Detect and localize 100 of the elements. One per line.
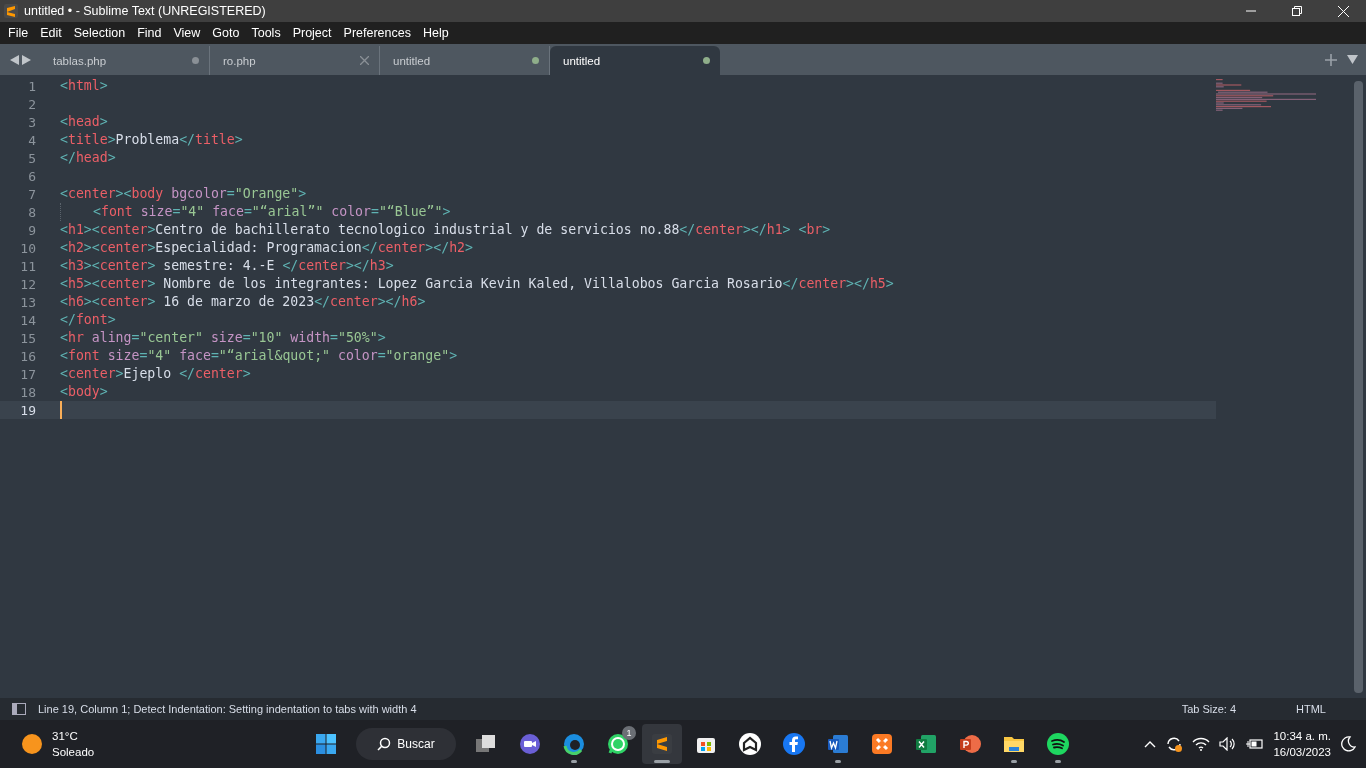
line-number: 18 xyxy=(19,384,36,400)
attribute-value: "Orange" xyxy=(234,185,299,203)
menu-item[interactable]: Selection xyxy=(67,26,132,40)
syntax-indicator[interactable]: HTML xyxy=(1296,703,1326,715)
tag-punctuation: < xyxy=(60,275,68,293)
tag-punctuation: > xyxy=(147,239,156,257)
tag-punctuation: = xyxy=(139,347,148,365)
battery-icon[interactable] xyxy=(1246,737,1265,751)
tag-punctuation: ></ xyxy=(742,221,767,239)
tab-size-indicator[interactable]: Tab Size: 4 xyxy=(1181,703,1237,715)
menu-item[interactable]: Preferences xyxy=(337,26,417,40)
notification-badge: 1 xyxy=(622,726,636,740)
taskbar-search[interactable]: Buscar xyxy=(356,728,456,760)
dropdown-arrow-icon[interactable] xyxy=(1347,55,1358,64)
tag-punctuation: >< xyxy=(83,221,100,239)
tag-punctuation: < xyxy=(60,257,68,275)
tag-punctuation: > xyxy=(107,149,116,167)
tag-name: html xyxy=(67,77,100,95)
line-number: 13 xyxy=(19,294,36,310)
tag-punctuation: > xyxy=(99,77,108,95)
windows-start-icon[interactable] xyxy=(314,732,338,756)
tag-punctuation: >< xyxy=(83,293,100,311)
chevron-up-icon[interactable] xyxy=(1144,740,1157,748)
chat-bubble-icon[interactable] xyxy=(606,732,630,756)
attribute-value: "center" xyxy=(139,329,203,347)
tab-label: untitled xyxy=(393,54,432,67)
tag-name: center xyxy=(99,239,148,257)
presentation-icon[interactable] xyxy=(958,732,982,756)
temperature: 31°C xyxy=(52,729,79,744)
menu-item[interactable]: View xyxy=(167,26,207,40)
tag-punctuation: < xyxy=(60,329,68,347)
tag-punctuation: > xyxy=(147,275,156,293)
tag-punctuation: = xyxy=(226,185,235,203)
tag-punctuation: > xyxy=(449,347,458,365)
tag-punctuation: > < xyxy=(782,221,807,239)
line-number: 4 xyxy=(27,132,36,148)
sublime-text-icon[interactable] xyxy=(650,732,674,756)
tag-punctuation: </ xyxy=(679,221,696,239)
music-app-icon[interactable] xyxy=(1046,732,1070,756)
window-title: untitled • - Sublime Text (UNREGISTERED) xyxy=(24,4,267,18)
menu-item[interactable]: Tools xyxy=(245,26,287,40)
facebook-icon[interactable] xyxy=(782,732,806,756)
spreadsheet-icon[interactable] xyxy=(914,732,938,756)
attribute-value: "“arial&quot;" xyxy=(218,347,330,365)
tag-punctuation: >< xyxy=(115,185,132,203)
attribute-name: face xyxy=(178,347,211,365)
tag-punctuation: = xyxy=(330,329,338,347)
tag-punctuation: </ xyxy=(60,149,76,167)
tag-punctuation: > xyxy=(465,239,473,257)
line-number: 5 xyxy=(27,150,36,166)
tag-punctuation: > xyxy=(115,365,124,383)
menu-item[interactable]: Find xyxy=(131,26,168,40)
add-tab-icon[interactable] xyxy=(1325,53,1337,66)
menu-item[interactable]: Project xyxy=(286,26,338,40)
tag-name: center xyxy=(99,275,148,293)
tag-name: h1 xyxy=(67,221,84,239)
sync-icon[interactable] xyxy=(1165,735,1184,753)
next-arrow-icon[interactable] xyxy=(21,54,31,65)
tag-punctuation: > xyxy=(385,257,394,275)
tab-label: tablas.php xyxy=(53,54,108,67)
wifi-icon[interactable] xyxy=(1192,737,1211,751)
clock-time: 10:34 a. m. xyxy=(1273,729,1331,744)
sidebar-toggle-icon[interactable] xyxy=(12,703,26,715)
menu-item[interactable]: File xyxy=(2,26,35,40)
moon-icon[interactable] xyxy=(1340,736,1356,752)
tag-punctuation: = xyxy=(131,329,140,347)
sublime-text-icon xyxy=(4,4,18,18)
tag-name: center xyxy=(99,257,148,275)
line-number: 15 xyxy=(19,330,36,346)
menu-item[interactable]: Goto xyxy=(206,26,246,40)
tag-punctuation: > xyxy=(99,113,108,131)
tag-punctuation: < xyxy=(60,221,68,239)
tag-punctuation: < xyxy=(60,383,68,401)
menu-item[interactable]: Help xyxy=(416,26,455,40)
line-number: 14 xyxy=(19,312,36,328)
attribute-name: size xyxy=(209,329,243,347)
tag-name: h5 xyxy=(67,275,84,293)
tag-name: h2 xyxy=(449,239,465,257)
tag-punctuation: > xyxy=(822,221,831,239)
restore-icon xyxy=(1292,6,1302,16)
tag-punctuation: < xyxy=(60,77,68,95)
close-icon xyxy=(1337,5,1349,17)
house-outline-icon[interactable] xyxy=(738,732,762,756)
tag-name: center xyxy=(67,185,116,203)
video-chat-icon[interactable] xyxy=(518,732,542,756)
taskbar-app[interactable]: 1 xyxy=(598,724,638,764)
tag-punctuation: > xyxy=(107,131,116,149)
tag-name: title xyxy=(67,131,108,149)
line-number: 7 xyxy=(27,186,36,202)
line-number: 11 xyxy=(19,258,36,274)
menu-item[interactable]: Edit xyxy=(34,26,68,40)
xampp-icon[interactable] xyxy=(870,732,894,756)
speaker-icon[interactable] xyxy=(1219,737,1238,751)
word-document-icon[interactable] xyxy=(826,732,850,756)
tag-punctuation: > xyxy=(885,275,894,293)
previous-arrow-icon[interactable] xyxy=(9,54,19,65)
clock[interactable]: 10:34 a. m. 16/03/2023 xyxy=(1273,728,1331,760)
editor-tab[interactable]: untitled xyxy=(550,46,720,75)
browser-icon[interactable] xyxy=(562,732,586,756)
tag-name: center xyxy=(195,365,243,383)
